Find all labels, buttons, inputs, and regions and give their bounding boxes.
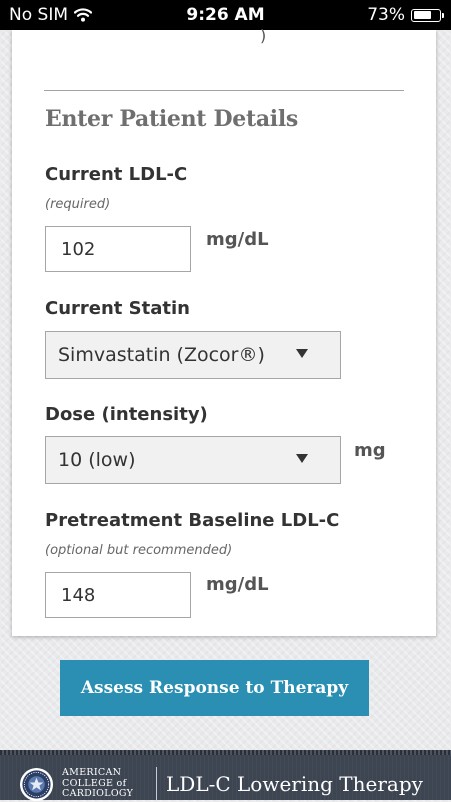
baseline-input[interactable] (45, 572, 191, 618)
app-title: LDL-C Lowering Therapy (166, 772, 423, 796)
clipped-text: ) (260, 26, 267, 45)
footer-border (0, 750, 451, 755)
ldl-unit: mg/dL (206, 229, 269, 250)
baseline-hint: (optional but recommended) (45, 543, 233, 558)
battery-group: 73% (367, 5, 444, 25)
ldl-input[interactable] (45, 226, 191, 272)
ldl-hint: (required) (45, 197, 111, 212)
statin-selected: Simvastatin (Zocor®) (58, 344, 265, 366)
dose-select[interactable]: 10 (low) (45, 436, 341, 484)
battery-nub (442, 12, 444, 18)
org-line-3: CARDIOLOGY (62, 788, 134, 799)
assess-button[interactable]: Assess Response to Therapy (60, 660, 369, 716)
patient-details-card: ) Enter Patient Details Current LDL-C (r… (12, 26, 436, 636)
org-name: AMERICAN COLLEGE of CARDIOLOGY (62, 767, 134, 800)
section-divider (44, 90, 404, 91)
status-bar: No SIM 9:26 AM 73% (0, 0, 451, 30)
footer-separator (156, 767, 157, 800)
org-line-1: AMERICAN (62, 767, 122, 778)
dose-label: Dose (intensity) (45, 404, 208, 425)
section-title: Enter Patient Details (45, 106, 299, 132)
ldl-label: Current LDL-C (45, 164, 188, 185)
dose-selected: 10 (low) (58, 449, 136, 471)
battery-percent: 73% (367, 5, 405, 25)
chevron-down-icon (296, 349, 308, 358)
statin-label: Current Statin (45, 298, 190, 319)
dose-unit: mg (354, 440, 386, 461)
chevron-down-icon (296, 454, 308, 463)
baseline-label: Pretreatment Baseline LDL-C (45, 510, 340, 531)
battery-fill (413, 11, 432, 19)
statin-select[interactable]: Simvastatin (Zocor®) (45, 331, 341, 379)
battery-icon (411, 8, 444, 22)
acc-seal-logo (19, 767, 54, 802)
baseline-unit: mg/dL (206, 574, 269, 595)
